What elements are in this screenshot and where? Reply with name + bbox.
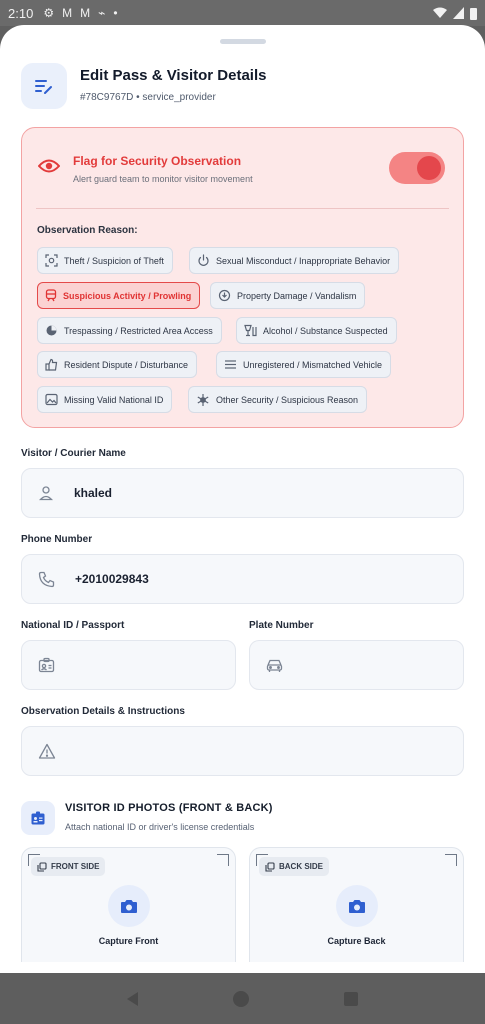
plate-number-field[interactable]: [249, 640, 464, 690]
status-bar: 2:10 ⚙ M M ⌁ •: [0, 0, 485, 26]
phone-icon: [38, 571, 55, 587]
copy-icon: [265, 861, 275, 872]
image-icon: [45, 393, 58, 406]
camera-icon: [108, 885, 150, 927]
scan-face-icon: [45, 254, 58, 267]
power-icon: [198, 254, 209, 266]
capture-front-card[interactable]: FRONT SIDE Capture Front: [21, 847, 236, 962]
dot-icon: •: [113, 6, 118, 20]
train-icon: [45, 289, 57, 302]
sheet-grabber[interactable]: [220, 39, 266, 44]
recents-icon[interactable]: [343, 991, 358, 1006]
security-flag-toggle[interactable]: [389, 152, 445, 184]
security-flag-subtitle: Alert guard team to monitor visitor move…: [73, 174, 253, 184]
phone-label: Phone Number: [21, 534, 93, 545]
front-side-label: FRONT SIDE: [51, 862, 100, 871]
eye-icon: [38, 159, 60, 173]
notification-icons: ⚙ M M ⌁ •: [43, 6, 117, 20]
warning-icon: [38, 743, 56, 759]
user-icon: [39, 486, 53, 501]
reason-chip-sexual-misconduct[interactable]: Sexual Misconduct / Inappropriate Behavi…: [189, 247, 400, 274]
observation-details-field[interactable]: [21, 726, 464, 776]
damage-icon: [218, 289, 231, 302]
divider: [36, 208, 449, 209]
no-entry-icon: [46, 325, 57, 336]
reason-chip-resident-dispute[interactable]: Resident Dispute / Disturbance: [37, 351, 198, 378]
reason-chip-alcohol[interactable]: Alcohol / Substance Suspected: [236, 317, 397, 344]
home-icon[interactable]: [232, 990, 249, 1007]
gmail-icon: M: [80, 6, 91, 20]
front-side-badge: FRONT SIDE: [31, 857, 106, 876]
chip-label: Resident Dispute / Disturbance: [64, 359, 189, 370]
reason-chip-property-damage[interactable]: Property Damage / Vandalism: [210, 282, 366, 309]
back-icon[interactable]: [127, 991, 139, 1006]
visitor-name-label: Visitor / Courier Name: [21, 448, 126, 459]
reason-chip-missing-national-id[interactable]: Missing Valid National ID: [37, 386, 173, 413]
frame-corner: [445, 854, 457, 866]
capture-back-card[interactable]: BACK SIDE Capture Back: [249, 847, 464, 962]
security-observation-card: Flag for Security Observation Alert guar…: [21, 127, 464, 428]
settings-icon: ⚙: [43, 6, 55, 20]
plate-number-label: Plate Number: [249, 620, 314, 631]
glass-icon: [244, 324, 257, 337]
reason-chip-other-security[interactable]: Other Security / Suspicious Reason: [188, 386, 368, 413]
car-icon: [266, 659, 283, 672]
edit-pass-sheet: Edit Pass & Visitor Details #78C9767D • …: [0, 25, 485, 973]
signal-icon: [453, 7, 464, 19]
chip-label: Theft / Suspicion of Theft: [64, 255, 164, 266]
visitor-name-field[interactable]: khaled: [21, 468, 464, 518]
frame-corner: [217, 854, 229, 866]
back-side-label: BACK SIDE: [279, 862, 324, 871]
back-side-badge: BACK SIDE: [259, 857, 330, 876]
gmail-icon: M: [62, 6, 73, 20]
security-flag-title: Flag for Security Observation: [73, 154, 242, 168]
status-time: 2:10: [8, 5, 34, 21]
reason-chip-unregistered-vehicle[interactable]: Unregistered / Mismatched Vehicle: [216, 351, 392, 378]
reason-chip-theft[interactable]: Theft / Suspicion of Theft: [37, 247, 173, 274]
national-id-label: National ID / Passport: [21, 620, 125, 631]
phone-field[interactable]: +2010029843: [21, 554, 464, 604]
capture-back-label: Capture Back: [327, 936, 386, 946]
camera-icon: [336, 885, 378, 927]
national-id-field[interactable]: [21, 640, 236, 690]
chip-label: Other Security / Suspicious Reason: [216, 394, 359, 405]
visitor-id-photos-subtitle: Attach national ID or driver's license c…: [65, 822, 255, 832]
phone-value: +2010029843: [75, 572, 149, 586]
capture-front-label: Capture Front: [98, 936, 159, 946]
chip-label: Unregistered / Mismatched Vehicle: [243, 359, 383, 370]
id-card-icon: [38, 657, 55, 672]
copy-icon: [37, 861, 47, 872]
virus-icon: [197, 393, 209, 406]
chip-label: Alcohol / Substance Suspected: [263, 325, 388, 336]
menu-icon: [225, 360, 236, 369]
toggle-knob: [417, 156, 441, 180]
visitor-name-value: khaled: [74, 486, 113, 500]
thumbs-down-icon: [45, 358, 58, 371]
chip-label: Property Damage / Vandalism: [237, 290, 357, 301]
reason-chip-trespassing[interactable]: Trespassing / Restricted Area Access: [37, 317, 222, 344]
page-title: Edit Pass & Visitor Details: [80, 67, 267, 84]
id-badge-icon: [21, 801, 55, 835]
system-navigation-bar: [0, 973, 485, 1024]
chip-label: Suspicious Activity / Prowling: [63, 290, 192, 301]
visitor-id-photos-title: VISITOR ID PHOTOS (FRONT & BACK): [65, 802, 273, 814]
battery-icon: [470, 7, 477, 20]
observation-details-label: Observation Details & Instructions: [21, 706, 185, 717]
system-icons: [433, 7, 477, 20]
chip-label: Trespassing / Restricted Area Access: [64, 325, 213, 336]
chip-label: Sexual Misconduct / Inappropriate Behavi…: [216, 255, 391, 266]
pass-id-subtitle: #78C9767D • service_provider: [80, 92, 216, 103]
wifi-icon: [433, 7, 447, 18]
edit-list-icon: [21, 63, 67, 109]
reason-chip-suspicious-activity[interactable]: Suspicious Activity / Prowling: [37, 282, 201, 309]
cast-icon: ⌁: [98, 6, 106, 20]
chip-label: Missing Valid National ID: [64, 394, 164, 405]
observation-reason-label: Observation Reason:: [37, 225, 138, 236]
